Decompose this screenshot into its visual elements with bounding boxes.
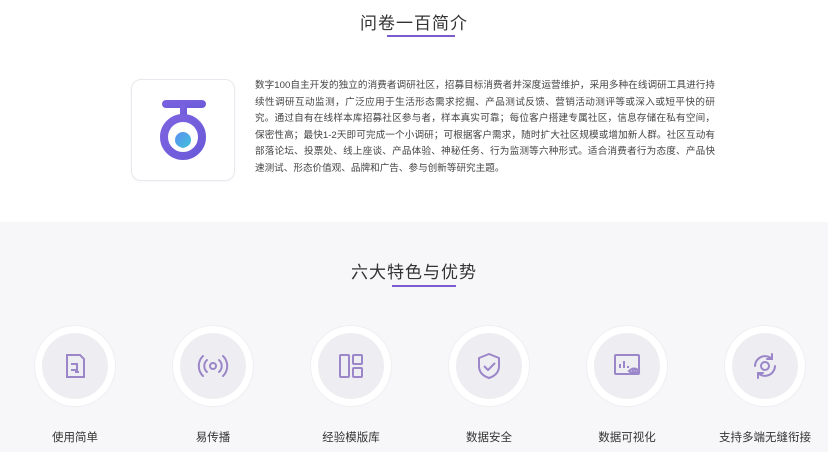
feature-label: 使用简单 (52, 432, 98, 444)
sync-devices-icon (754, 353, 776, 379)
broadcast-icon (197, 355, 229, 377)
logo-card (131, 79, 235, 181)
feature-template-library[interactable]: 经验模版库 (296, 326, 406, 446)
intro-title: 问卷一百简介 (360, 14, 468, 33)
feature-label: 数据可视化 (598, 432, 656, 444)
feature-easy-spread[interactable]: 易传播 (158, 326, 268, 446)
features-section: 六大特色与优势 使用简单 易传播 经验模版库 数据安全 数据可视化 支持多端无缝… (0, 222, 828, 452)
feature-data-visualization[interactable]: 数据可视化 (572, 326, 682, 446)
feature-label: 易传播 (195, 432, 231, 444)
feature-multi-device[interactable]: 支持多端无缝衔接 (710, 326, 820, 446)
feature-data-security[interactable]: 数据安全 (434, 326, 544, 446)
template-layout-icon (339, 354, 363, 378)
feature-easy-to-use[interactable]: 使用简单 (20, 326, 130, 446)
feature-label: 数据安全 (466, 432, 512, 444)
chart-eye-icon (614, 354, 641, 375)
features-title: 六大特色与优势 (351, 263, 477, 282)
intro-title-underline (387, 35, 455, 37)
wenjuan100-logo-icon (160, 100, 206, 160)
intro-section: 问卷一百简介 数字100自主开发的独立的消费者调研社区，招募目标消费者并深度运营… (0, 0, 828, 222)
feature-label: 经验模版库 (322, 432, 380, 444)
features-title-underline (392, 285, 456, 287)
feature-label: 支持多端无缝衔接 (719, 432, 811, 444)
shield-check-icon (478, 353, 500, 379)
document-icon (66, 354, 85, 378)
intro-description: 数字100自主开发的独立的消费者调研社区，招募目标消费者并深度运营维护，采用多种… (255, 80, 715, 174)
